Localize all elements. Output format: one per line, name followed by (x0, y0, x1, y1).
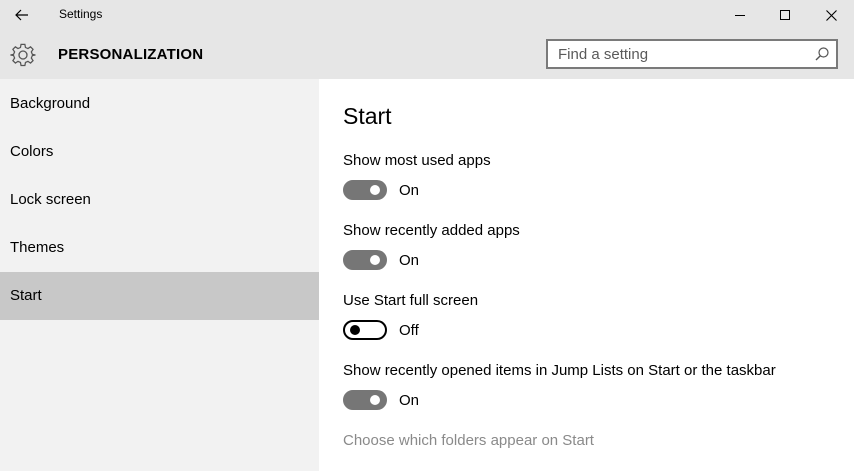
toggle-knob (370, 185, 380, 195)
close-icon (825, 9, 837, 21)
setting-label-recently-added: Show recently added apps (343, 222, 520, 239)
sidebar-item-colors[interactable]: Colors (0, 128, 319, 176)
window-title: Settings (59, 7, 103, 21)
sidebar-item-background[interactable]: Background (0, 80, 319, 128)
content-pane: Start Show most used apps On Show recent… (319, 79, 854, 471)
sidebar: Background Colors Lock screen Themes Sta… (0, 79, 319, 471)
back-arrow-icon (15, 9, 28, 21)
toggle-state-full-screen: Off (399, 322, 419, 339)
toggle-jump-lists[interactable] (343, 390, 387, 410)
toggle-knob (370, 395, 380, 405)
toggle-state-recently-added: On (399, 252, 420, 269)
search-icon[interactable] (814, 46, 830, 62)
toggle-start-full-screen[interactable] (343, 320, 387, 340)
close-button[interactable] (808, 0, 854, 30)
section-title: PERSONALIZATION (58, 46, 204, 63)
toggle-state-jump-lists: On (399, 392, 420, 409)
gear-icon (10, 43, 36, 67)
search-input[interactable] (548, 41, 808, 67)
maximize-button[interactable] (762, 0, 808, 30)
setting-label-jump-lists: Show recently opened items in Jump Lists… (343, 362, 776, 379)
sidebar-item-themes[interactable]: Themes (0, 224, 319, 272)
sidebar-item-start[interactable]: Start (0, 272, 319, 320)
toggle-knob (370, 255, 380, 265)
choose-folders-link[interactable]: Choose which folders appear on Start (343, 432, 594, 449)
page-title: Start (343, 103, 392, 129)
toggle-knob (350, 325, 360, 335)
minimize-button[interactable] (717, 0, 763, 30)
toggle-state-most-used: On (399, 182, 420, 199)
setting-label-most-used: Show most used apps (343, 152, 491, 169)
settings-window: Settings PERSONALIZATION Find a setting … (0, 0, 854, 471)
toggle-recently-added-apps[interactable] (343, 250, 387, 270)
toggle-most-used-apps[interactable] (343, 180, 387, 200)
minimize-icon (735, 15, 745, 16)
title-bar: Settings (0, 0, 854, 30)
back-button[interactable] (8, 2, 36, 28)
search-box[interactable] (546, 39, 838, 69)
sidebar-item-lock-screen[interactable]: Lock screen (0, 176, 319, 224)
setting-label-full-screen: Use Start full screen (343, 292, 479, 309)
maximize-icon (780, 10, 790, 20)
settings-header: PERSONALIZATION (0, 30, 854, 79)
